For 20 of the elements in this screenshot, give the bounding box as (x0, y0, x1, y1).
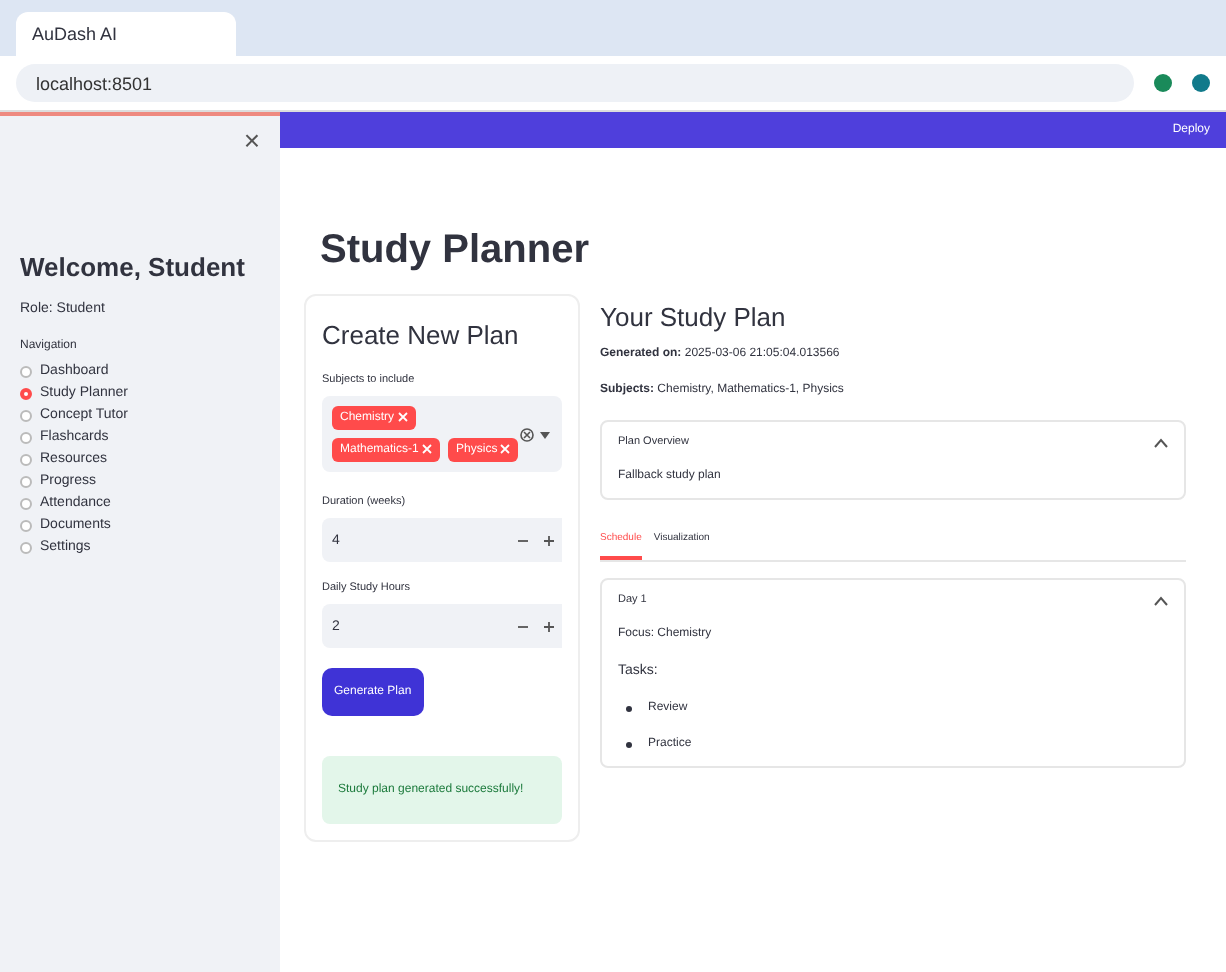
welcome-heading: Welcome, Student (20, 252, 247, 282)
remove-icon[interactable] (422, 444, 433, 455)
increment-button[interactable] (536, 604, 562, 649)
page-title: Study Planner (320, 228, 591, 274)
card-heading: Create New Plan (322, 320, 521, 350)
profile-icon[interactable] (1192, 74, 1210, 92)
close-sidebar-button[interactable]: × (243, 124, 260, 156)
minus-icon (518, 621, 528, 632)
browser-tab[interactable]: AuDash AI (16, 12, 236, 56)
minus-icon (518, 535, 528, 546)
clear-caret-icon[interactable] (520, 427, 552, 442)
remove-icon[interactable] (397, 412, 408, 422)
plus-icon (544, 621, 554, 632)
bullet-icon (626, 741, 632, 747)
plus-icon (544, 535, 554, 546)
bullet-icon (626, 705, 632, 711)
address-bar[interactable]: localhost:8501 (16, 64, 1134, 102)
remove-icon[interactable] (500, 444, 511, 455)
plan-heading: Your Study Plan (600, 302, 788, 332)
increment-button[interactable] (536, 518, 562, 563)
